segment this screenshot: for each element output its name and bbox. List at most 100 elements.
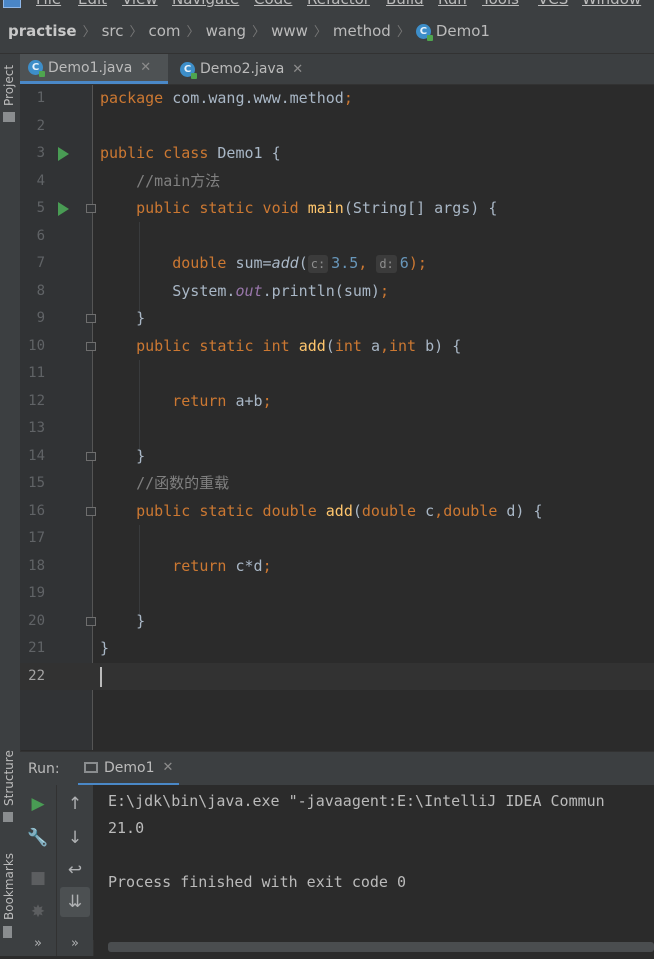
code-line: 19 xyxy=(20,580,654,608)
code-line: 7 double sum=add(c: 3.5, d: 6); xyxy=(20,250,654,278)
current-line: 22 xyxy=(20,662,654,690)
line-number: 4 xyxy=(36,172,45,189)
run-toolbar-primary: ▶ 🔧 ■ ✸ » xyxy=(20,785,57,956)
line-number: 21 xyxy=(28,640,45,656)
keyword: package xyxy=(100,89,173,107)
comment: //main方法 xyxy=(100,171,221,190)
keyword: double xyxy=(100,254,236,272)
code-line: 8 System.out.println(sum); xyxy=(20,278,654,306)
line-number: 9 xyxy=(36,310,45,326)
java-class-icon: C xyxy=(28,60,45,77)
menu-refactor[interactable]: Refactor xyxy=(307,0,370,8)
fold-icon[interactable] xyxy=(86,341,96,351)
arrow-down-icon[interactable]: ↓ xyxy=(57,823,93,853)
code-line: 11 xyxy=(20,360,654,388)
scroll-to-end-icon[interactable]: ⇊ xyxy=(60,887,90,917)
more-icon[interactable]: » xyxy=(57,929,93,959)
code-editor[interactable]: 1 package com.wang.www.method; 2 3 publi… xyxy=(20,85,654,750)
run-tab-demo1[interactable]: Demo1 ✕ xyxy=(78,752,180,786)
keyword: int xyxy=(389,336,426,355)
menu-view[interactable]: View xyxy=(122,0,158,8)
breadcrumb-com[interactable]: com xyxy=(149,22,181,40)
fold-icon[interactable] xyxy=(86,616,96,626)
code-line: 21 } xyxy=(20,635,654,663)
number: 6 xyxy=(399,254,409,272)
menu-file[interactable]: File xyxy=(36,0,61,8)
breadcrumb-demo1[interactable]: C Demo1 xyxy=(415,21,490,41)
wrench-icon[interactable]: 🔧 xyxy=(20,823,56,853)
close-icon[interactable]: ✕ xyxy=(163,760,174,775)
semicolon: ; xyxy=(343,89,353,107)
comma: , xyxy=(358,254,377,272)
menu-navigate[interactable]: Navigate xyxy=(172,0,239,8)
menu-vcs[interactable]: VCS xyxy=(538,0,568,8)
console-output[interactable]: E:\jdk\bin\java.exe "-javaagent:E:\Intel… xyxy=(93,785,654,940)
breadcrumb-demo1-label: Demo1 xyxy=(435,21,490,40)
fold-icon[interactable] xyxy=(86,204,96,213)
menu-build[interactable]: Build xyxy=(386,0,424,8)
semicolon: ; xyxy=(262,391,272,410)
class-declaration: Demo1 { xyxy=(217,144,281,162)
paren: ( xyxy=(325,336,335,355)
project-tool-button[interactable]: Project xyxy=(2,65,16,106)
code-line: 3 public class Demo1 { xyxy=(20,140,654,168)
close-icon[interactable]: ✕ xyxy=(292,62,303,77)
java-class-icon: C xyxy=(180,61,197,79)
run-toolbar-secondary: ↑ ↓ ↩ ⇊ » xyxy=(57,785,94,956)
line-number: 13 xyxy=(28,420,45,436)
param-hint: d: xyxy=(376,255,397,273)
breadcrumb-project[interactable]: practise xyxy=(8,22,77,40)
stop-icon[interactable]: ■ xyxy=(20,863,56,893)
structure-tool-button[interactable]: Structure xyxy=(2,750,16,806)
line-number: 22 xyxy=(28,667,45,684)
left-tool-strip: Project Structure Bookmarks xyxy=(0,54,21,956)
soft-wrap-icon[interactable]: ↩ xyxy=(57,855,93,885)
horizontal-scrollbar[interactable] xyxy=(108,942,654,952)
code-line: 18 return c*d; xyxy=(20,553,654,581)
code-line: 2 xyxy=(20,113,654,141)
code-line: 10 public static int add(int a,int b) { xyxy=(20,333,654,361)
menu-edit[interactable]: Edit xyxy=(78,0,107,8)
debug-bug-icon[interactable]: ✸ xyxy=(20,897,56,927)
console-line: E:\jdk\bin\java.exe "-javaagent:E:\Intel… xyxy=(108,792,605,810)
chevron-right-icon: 〉 xyxy=(186,25,200,40)
keyword: public static void xyxy=(100,199,308,217)
console-line: 21.0 xyxy=(108,819,145,837)
run-gutter-icon[interactable] xyxy=(58,147,69,161)
variable: sum= xyxy=(235,254,272,272)
code-line: 5 public static void main(String[] args)… xyxy=(20,195,654,223)
param: a xyxy=(370,336,380,355)
tab-demo1[interactable]: C Demo1.java ✕ xyxy=(20,54,168,84)
bookmarks-tool-button[interactable]: Bookmarks xyxy=(2,853,16,920)
breadcrumb-wang[interactable]: wang xyxy=(206,22,247,40)
run-panel-label: Run: xyxy=(28,761,60,777)
close-icon[interactable]: ✕ xyxy=(140,60,151,75)
method-name: add xyxy=(325,501,353,520)
println-call: .println(sum) xyxy=(262,281,380,300)
param: d) { xyxy=(506,501,543,520)
line-number: 18 xyxy=(28,557,45,574)
menu-tools[interactable]: Tools xyxy=(482,0,519,8)
system-ref: System. xyxy=(100,281,236,300)
more-icon[interactable]: » xyxy=(20,929,56,959)
line-number: 19 xyxy=(28,585,45,601)
menu-run[interactable]: Run xyxy=(438,0,467,8)
breadcrumb-method[interactable]: method xyxy=(333,22,391,40)
menu-code[interactable]: Code xyxy=(254,0,292,8)
breadcrumb-src[interactable]: src xyxy=(102,22,124,40)
tab-demo2[interactable]: C Demo2.java ✕ xyxy=(172,54,320,84)
line-number: 6 xyxy=(36,227,45,244)
run-gutter-icon[interactable] xyxy=(58,202,69,216)
fold-icon[interactable] xyxy=(86,451,96,461)
number: 3.5 xyxy=(331,254,359,272)
breadcrumb-www[interactable]: www xyxy=(271,22,308,40)
arrow-up-icon[interactable]: ↑ xyxy=(57,789,93,819)
menu-window[interactable]: Window xyxy=(582,0,641,8)
line-number: 12 xyxy=(28,392,45,409)
menu-bar: File Edit View Navigate Code Refactor Bu… xyxy=(0,0,654,8)
method-params: (String[] args) { xyxy=(343,199,498,217)
line-number: 7 xyxy=(36,255,45,271)
fold-icon[interactable] xyxy=(86,506,96,516)
rerun-icon[interactable]: ▶ xyxy=(20,789,56,819)
fold-icon[interactable] xyxy=(86,314,96,323)
